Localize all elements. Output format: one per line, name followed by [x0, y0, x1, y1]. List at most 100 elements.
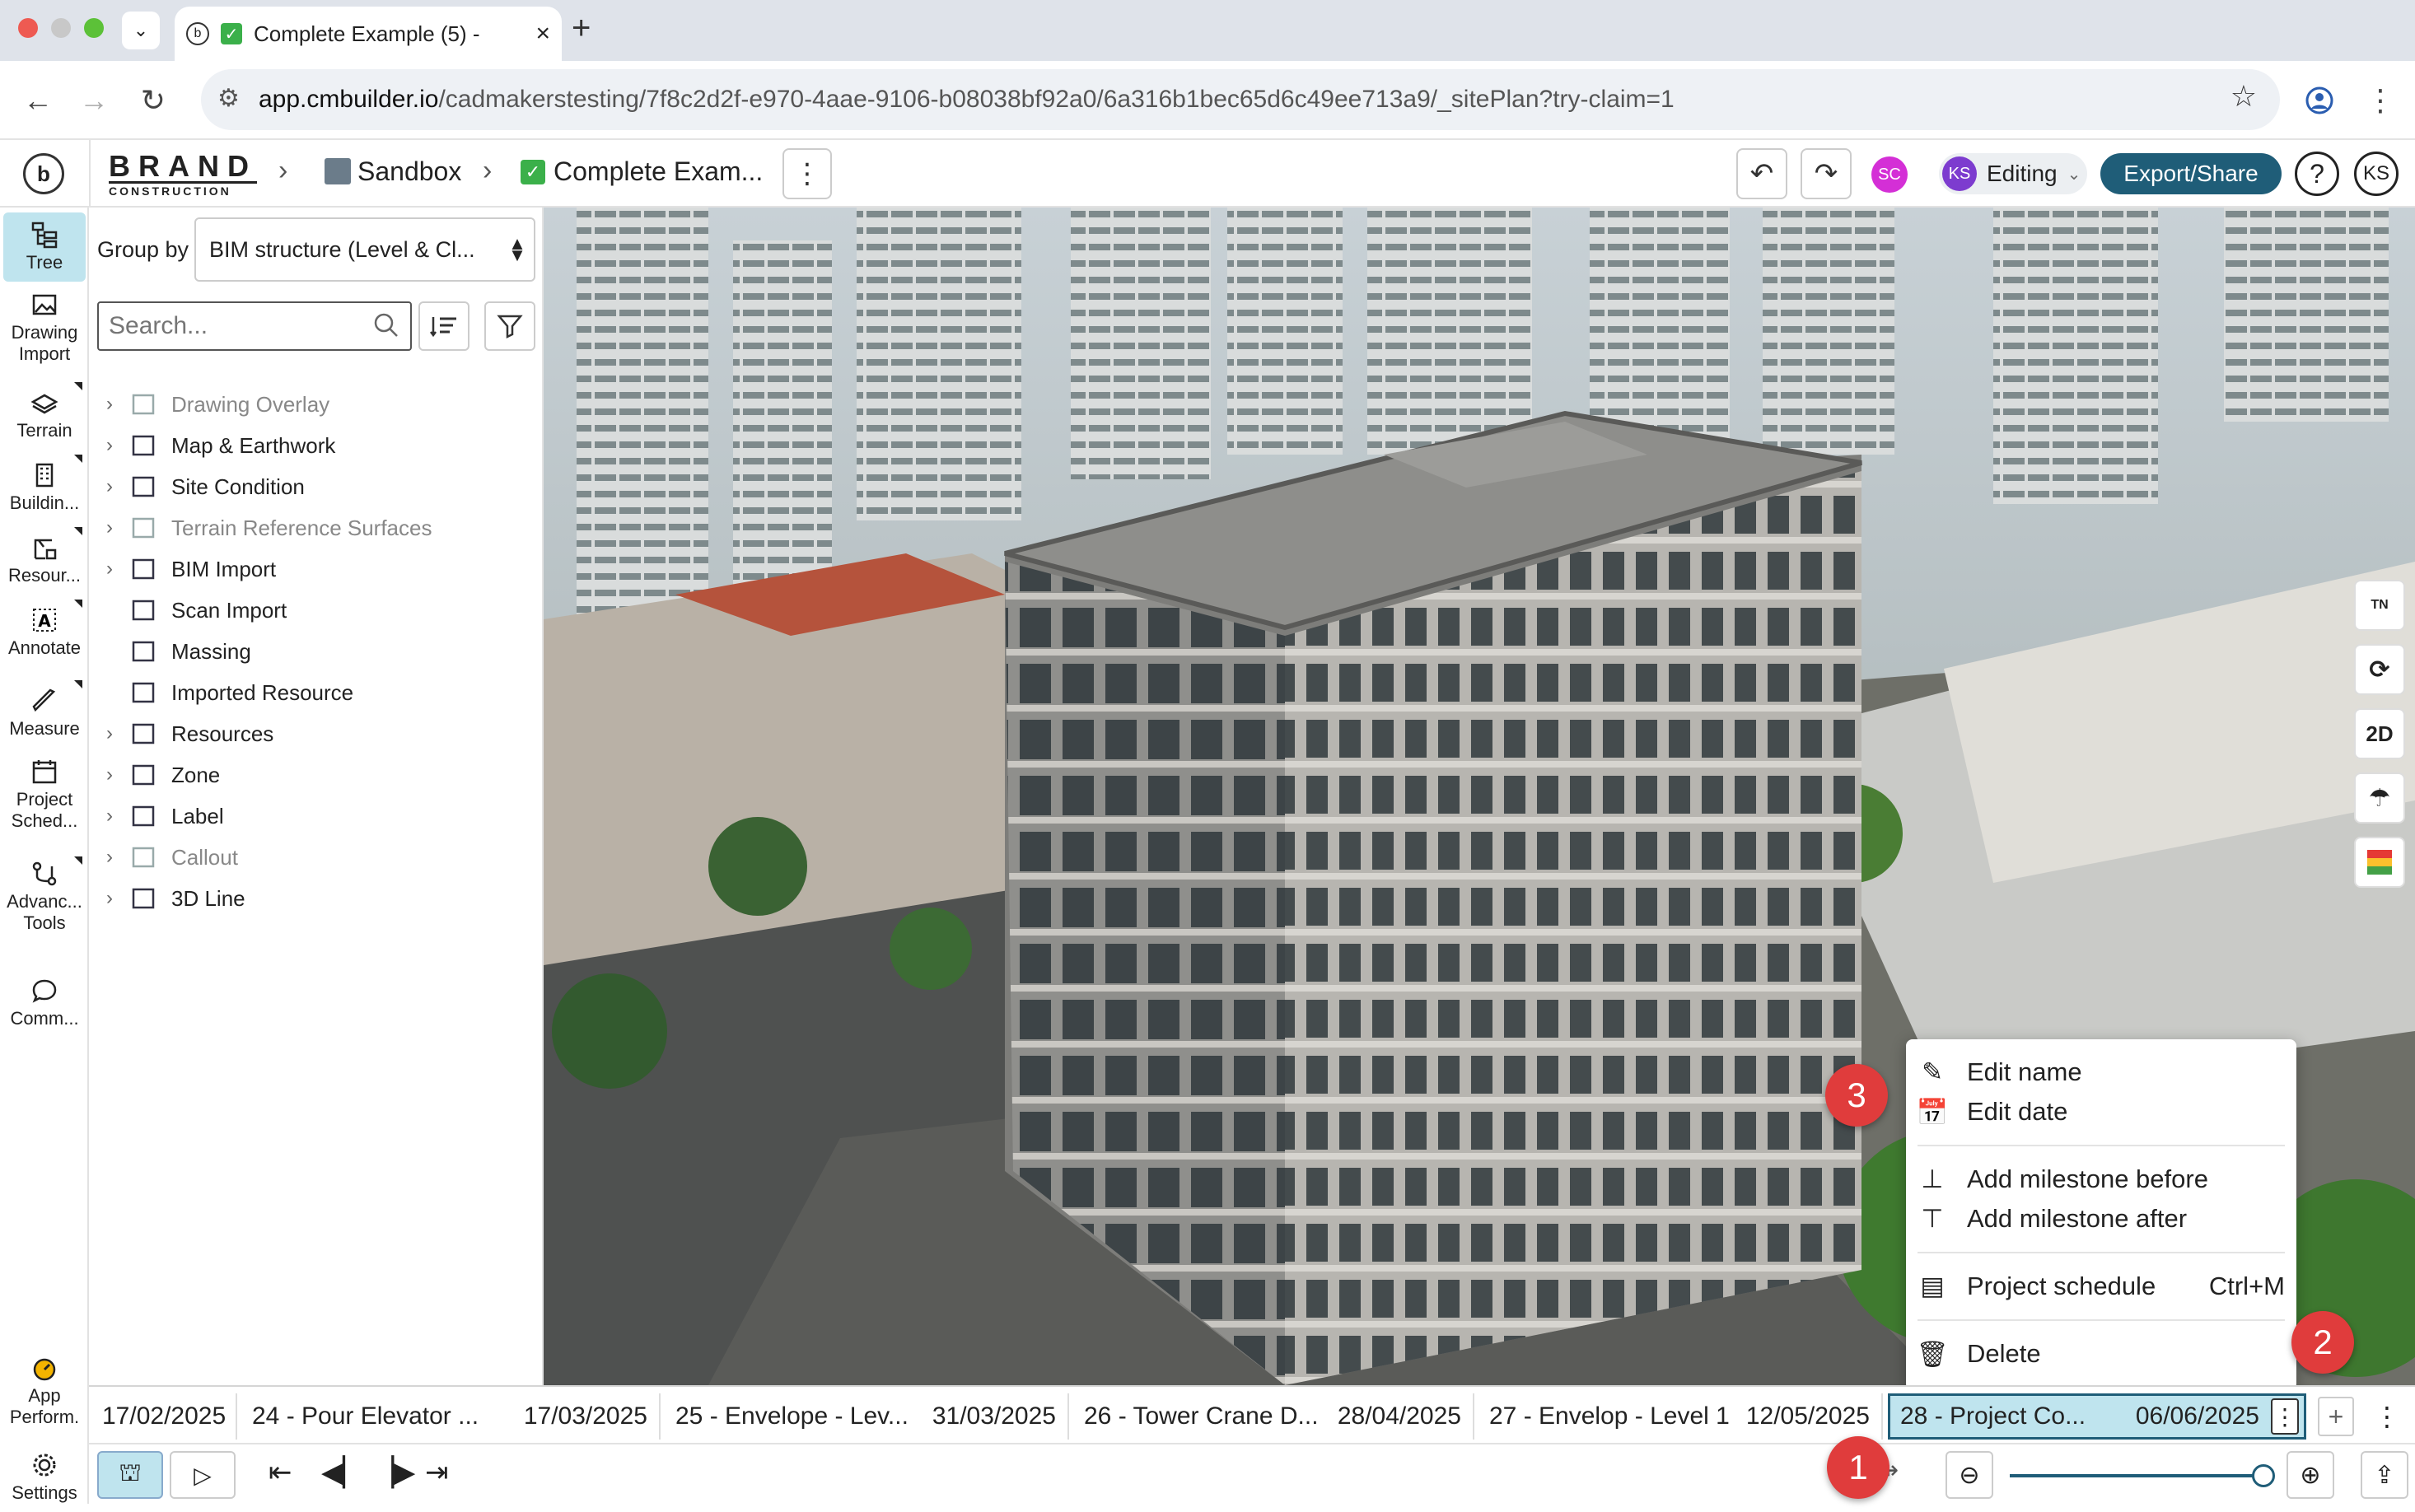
zoom-in-button[interactable]: ⊕ — [2287, 1451, 2334, 1499]
rail-measure[interactable]: Measure — [3, 679, 86, 748]
expand-chevron-icon[interactable]: › — [91, 763, 128, 786]
tree-item[interactable]: › Callout — [91, 837, 535, 878]
sort-list-button[interactable] — [418, 301, 469, 351]
export-share-button[interactable]: Export/Share — [2100, 153, 2282, 194]
menu-delete[interactable]: 🗑 Delete — [1906, 1334, 2296, 1374]
project-menu-button[interactable]: ⋮ — [782, 148, 832, 199]
tree-item[interactable]: Massing — [91, 631, 535, 672]
rail-drawing-import[interactable]: Drawing Import — [3, 290, 86, 366]
browser-menu-icon[interactable]: ⋮ — [2357, 77, 2403, 124]
timeline-milestone[interactable]: 26 - Tower Crane D... 28/04/2025 — [1074, 1393, 1474, 1440]
timeline-milestone[interactable]: 25 - Envelope - Lev... 31/03/2025 — [666, 1393, 1069, 1440]
timeline-more-button[interactable]: ⋮ — [2372, 1397, 2402, 1436]
search-input[interactable] — [99, 303, 362, 349]
expand-chevron-icon[interactable]: › — [91, 722, 128, 745]
site-settings-icon[interactable]: ⚙ — [217, 84, 240, 113]
step-forward-icon[interactable]: ▕▶ — [372, 1456, 415, 1489]
bookmark-star-icon[interactable]: ☆ — [2230, 79, 2257, 114]
rail-comments[interactable]: Comm... — [3, 968, 86, 1038]
true-north-button[interactable]: TN — [2354, 580, 2405, 631]
account-avatar[interactable]: KS — [2354, 152, 2399, 196]
go-to-end-icon[interactable]: ⇥ — [425, 1456, 449, 1489]
expand-chevron-icon[interactable]: › — [91, 887, 128, 910]
tree-item[interactable]: › 3D Line — [91, 878, 535, 919]
browser-tab[interactable]: b ✓ Complete Example (5) - × — [175, 7, 562, 61]
rail-advanced-tools[interactable]: Advanc... Tools — [3, 855, 86, 939]
menu-add-before[interactable]: ⊥ Add milestone before — [1906, 1160, 2296, 1199]
tree-item[interactable]: › Label — [91, 796, 535, 837]
tab-search-chevron-icon[interactable]: ⌄ — [122, 12, 160, 49]
group-by-select[interactable]: BIM structure (Level & Cl... ▲ ▼ — [194, 217, 535, 282]
rotate-view-button[interactable]: ⟳ — [2354, 644, 2405, 695]
menu-edit-date[interactable]: 📅 Edit date — [1906, 1092, 2296, 1132]
help-button[interactable]: ? — [2295, 152, 2339, 196]
profile-icon[interactable] — [2296, 77, 2343, 124]
go-to-start-icon[interactable]: ⇤ — [269, 1456, 292, 1489]
pedestrian-view-button[interactable]: ☂ — [2354, 772, 2405, 824]
tree-item[interactable]: › BIM Import — [91, 548, 535, 590]
expand-chevron-icon[interactable]: › — [91, 846, 128, 869]
filter-button[interactable] — [484, 301, 535, 351]
tree-item[interactable]: › Zone — [91, 754, 535, 796]
2d-view-button[interactable]: 2D — [2354, 708, 2405, 759]
close-window-button[interactable] — [18, 18, 38, 38]
user-avatar-sc[interactable]: SC — [1871, 156, 1908, 193]
tree-item-label: BIM Import — [171, 556, 277, 581]
rail-resources[interactable]: Resour... — [3, 525, 86, 595]
app-logo-icon[interactable]: b — [23, 153, 64, 194]
timeline-milestone[interactable]: 27 - Envelop - Level 1 12/05/2025 — [1479, 1393, 1883, 1440]
tree-item[interactable]: › Drawing Overlay — [91, 384, 535, 425]
tree-item[interactable]: › Site Condition — [91, 466, 535, 507]
timeline-milestone[interactable]: 24 - Pour Elevator ... 17/03/2025 — [242, 1393, 661, 1440]
new-tab-icon[interactable]: + — [572, 10, 591, 47]
presentation-mode-button[interactable]: ▷ — [170, 1451, 236, 1499]
rail-buildings[interactable]: Buildin... — [3, 453, 86, 522]
add-milestone-button[interactable]: + — [2318, 1397, 2354, 1436]
url-host: app.cmbuilder.io — [259, 86, 439, 113]
step-back-icon[interactable]: ◀▏ — [321, 1456, 364, 1489]
back-icon[interactable]: ← — [15, 77, 61, 124]
milestone-menu-button[interactable]: ⋮ — [2271, 1398, 2299, 1435]
mode-selector[interactable]: KS Editing ⌄ — [1939, 153, 2087, 194]
menu-edit-name[interactable]: ✎ Edit name — [1906, 1052, 2296, 1092]
expand-chevron-icon[interactable]: › — [91, 475, 128, 498]
close-tab-icon[interactable]: × — [535, 20, 550, 48]
rail-terrain[interactable]: Terrain — [3, 380, 86, 450]
redo-button[interactable]: ↷ — [1801, 148, 1852, 199]
export-video-button[interactable]: ⇪ — [2361, 1451, 2408, 1499]
search-box[interactable] — [97, 301, 412, 351]
url-bar[interactable]: ⚙ app.cmbuilder.io/cadmakerstesting/7f8c… — [201, 69, 2280, 130]
forward-icon[interactable]: → — [71, 77, 117, 124]
reload-icon[interactable]: ↻ — [130, 77, 176, 124]
menu-add-after[interactable]: ⊤ Add milestone after — [1906, 1199, 2296, 1239]
menu-project-schedule[interactable]: ▤ Project schedule Ctrl+M — [1906, 1267, 2296, 1306]
tree-item[interactable]: › Map & Earthwork — [91, 425, 535, 466]
expand-chevron-icon[interactable]: › — [91, 516, 128, 539]
zoom-slider-thumb[interactable] — [2252, 1464, 2275, 1487]
timeline-milestone[interactable]: 28 - Project Co... 06/06/2025 ⋮ — [1888, 1393, 2306, 1440]
expand-chevron-icon[interactable]: › — [91, 393, 128, 416]
expand-chevron-icon[interactable]: › — [91, 805, 128, 828]
breadcrumb-sandbox[interactable]: Sandbox — [357, 156, 461, 187]
rail-app-performance[interactable]: App Perform. — [3, 1352, 86, 1430]
zoom-window-button[interactable] — [84, 18, 104, 38]
search-icon[interactable] — [372, 311, 400, 343]
construction-mode-button[interactable]: ⛫ — [97, 1451, 163, 1499]
rail-project-schedule[interactable]: Project Sched... — [3, 753, 86, 837]
timeline-milestone[interactable]: 17/02/2025 — [92, 1393, 237, 1440]
tree-item[interactable]: › Resources — [91, 713, 535, 754]
tree-item[interactable]: › Terrain Reference Surfaces — [91, 507, 535, 548]
breadcrumb-project[interactable]: Complete Exam... — [554, 156, 763, 187]
undo-button[interactable]: ↶ — [1736, 148, 1787, 199]
layer-color-button[interactable] — [2354, 837, 2405, 888]
zoom-slider-track[interactable] — [2010, 1474, 2265, 1477]
tree-item[interactable]: Scan Import — [91, 590, 535, 631]
expand-chevron-icon[interactable]: › — [91, 558, 128, 581]
rail-tree[interactable]: Tree — [3, 212, 86, 282]
rail-annotate[interactable]: A Annotate — [3, 598, 86, 667]
expand-chevron-icon[interactable]: › — [91, 434, 128, 457]
zoom-out-button[interactable]: ⊖ — [1946, 1451, 1993, 1499]
rail-settings[interactable]: Settings — [3, 1443, 86, 1512]
tree-item[interactable]: Imported Resource — [91, 672, 535, 713]
minimize-window-button[interactable] — [51, 18, 71, 38]
